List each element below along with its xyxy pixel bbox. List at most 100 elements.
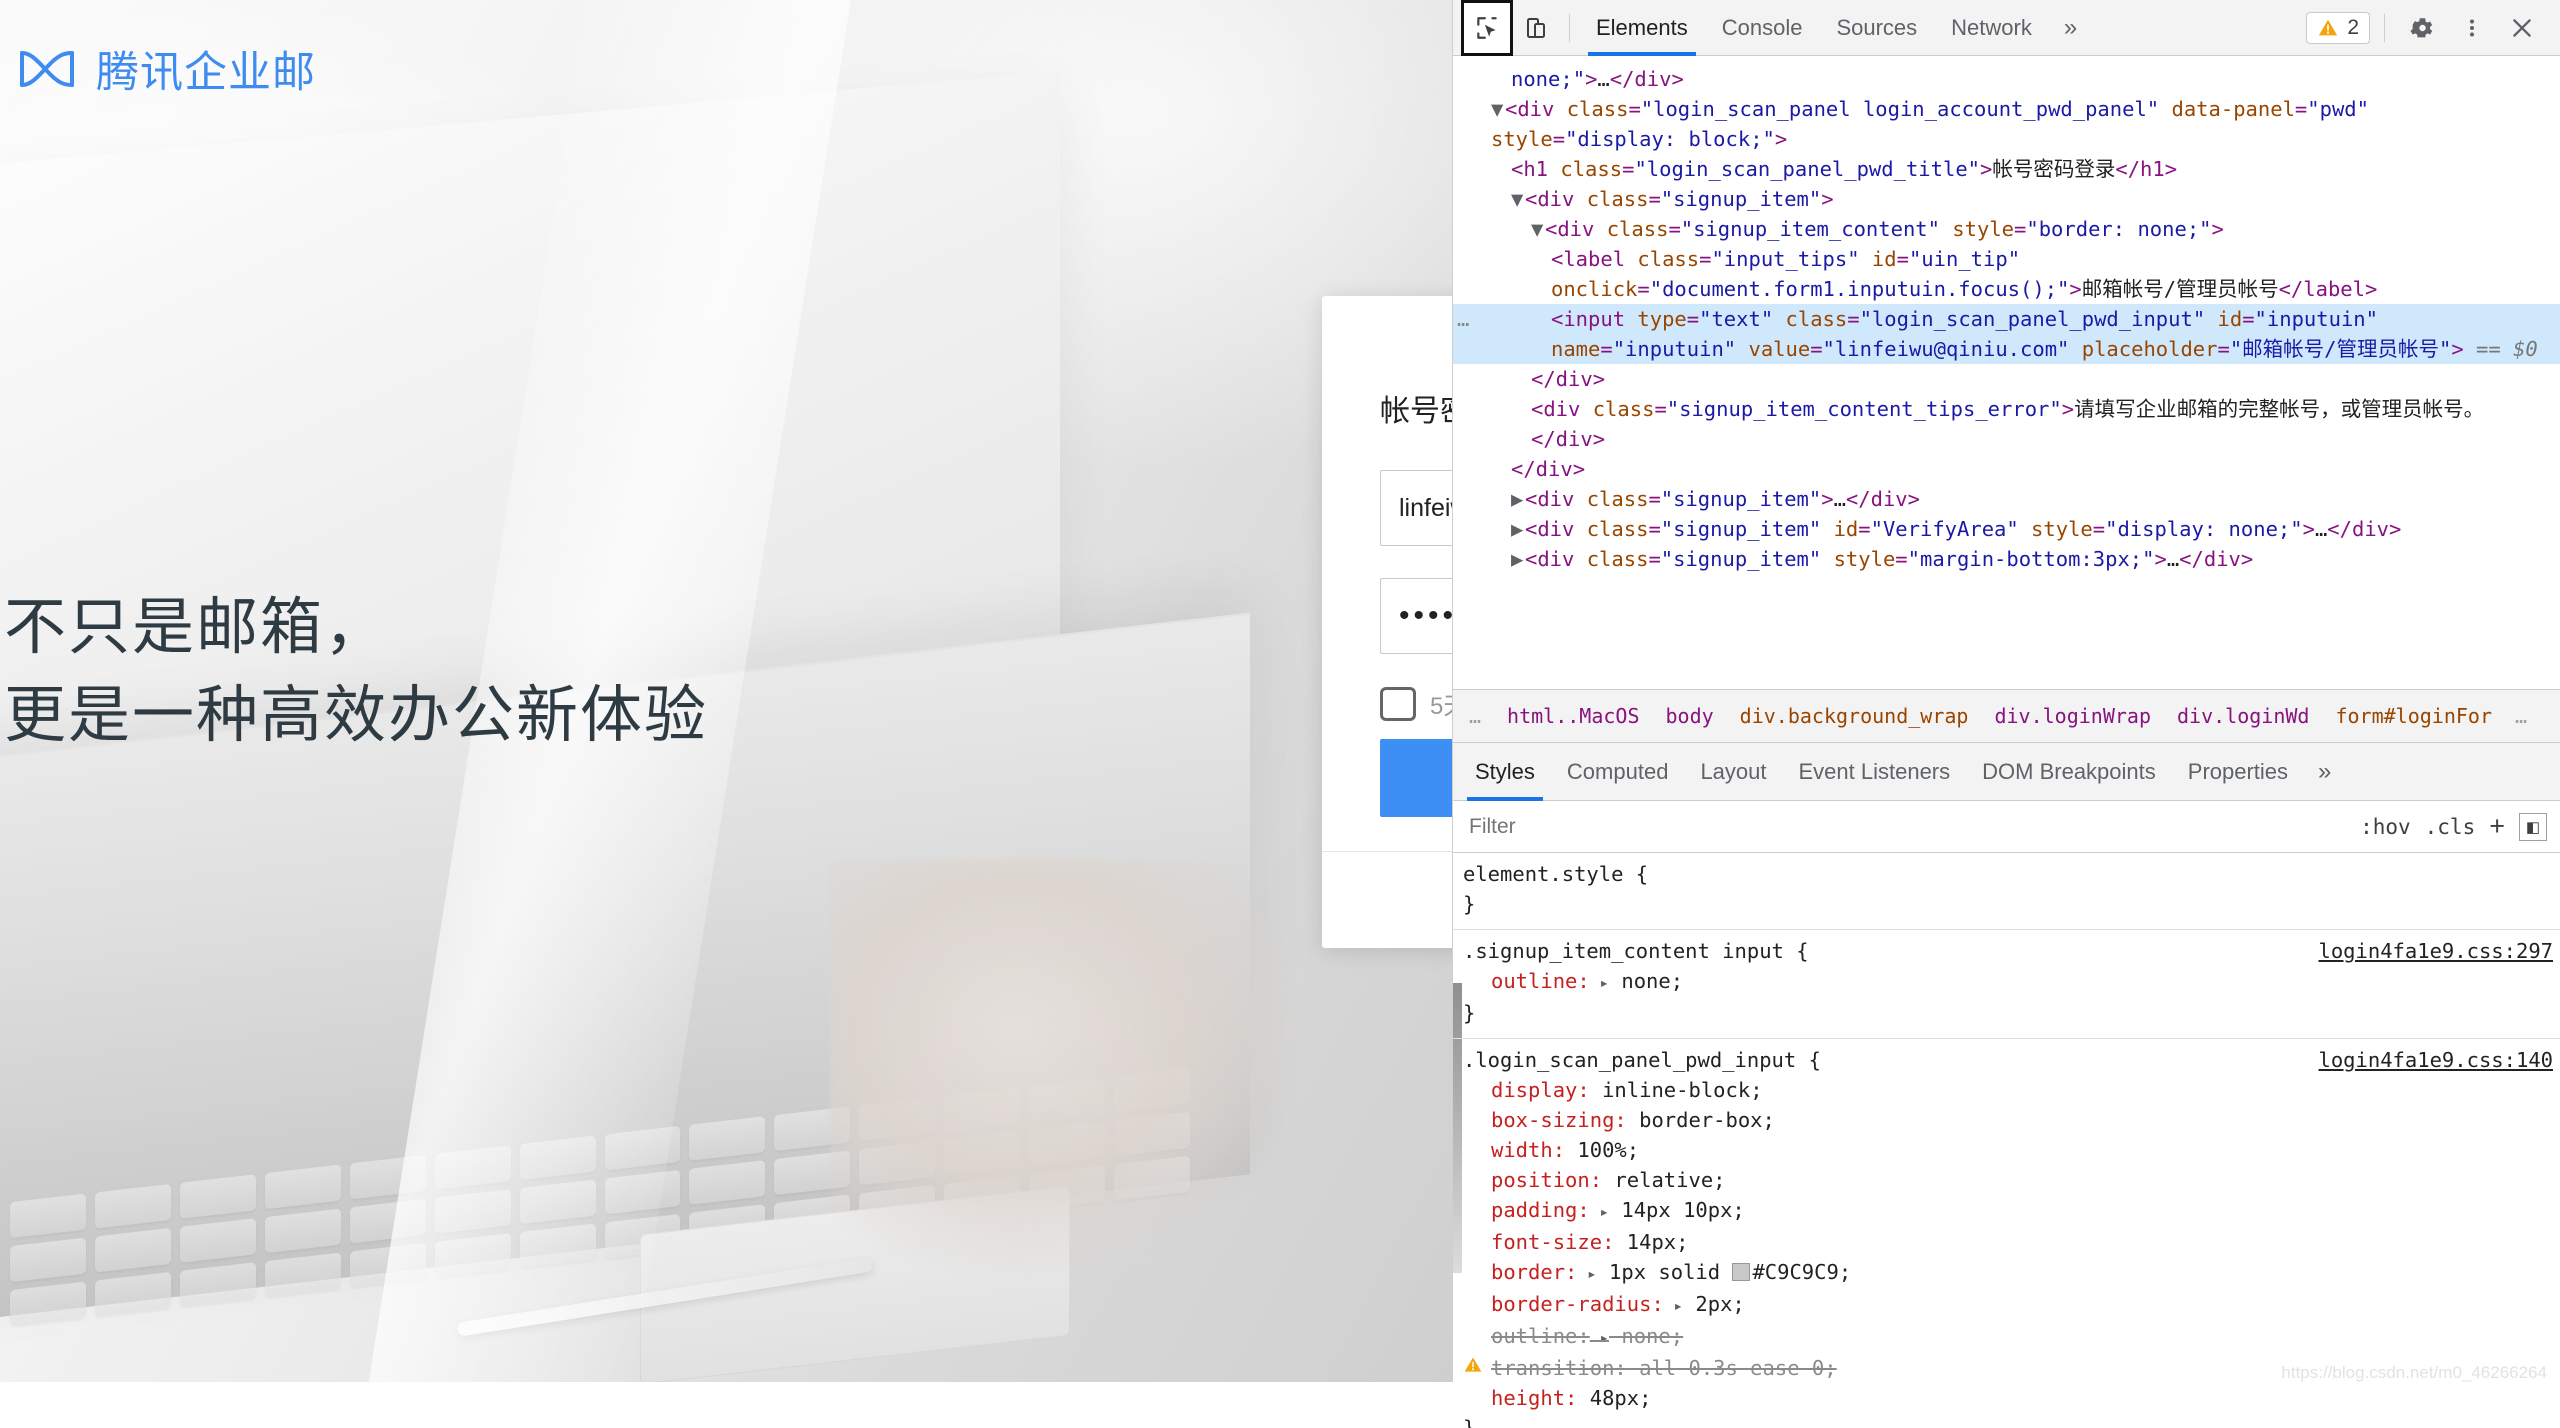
css-property-value[interactable]: 14px 10px; <box>1609 1198 1745 1222</box>
css-property-name[interactable]: display: <box>1491 1078 1590 1102</box>
css-property-value[interactable]: 48px; <box>1577 1386 1651 1410</box>
css-expand-arrow-icon[interactable]: ▸ <box>1590 1328 1609 1347</box>
css-property-name[interactable]: border-radius: <box>1491 1292 1664 1316</box>
css-selector[interactable]: element.style { <box>1453 859 2560 889</box>
breadcrumb-item-body[interactable]: body <box>1653 704 1727 728</box>
inspect-element-button[interactable] <box>1461 0 1513 56</box>
hov-toggle[interactable]: :hov <box>2360 815 2411 839</box>
site-logo[interactable]: 腾讯企业邮 <box>16 38 316 100</box>
css-property-value[interactable]: 14px; <box>1614 1230 1688 1254</box>
css-property-value[interactable]: 1px solid #C9C9C9; <box>1597 1260 1852 1284</box>
tab-network[interactable]: Network <box>1935 0 2048 56</box>
tab-dom-breakpoints[interactable]: DOM Breakpoints <box>1966 743 2172 801</box>
css-declaration[interactable]: border-radius: ▸ 2px; <box>1453 1289 2560 1321</box>
css-property-name[interactable]: box-sizing: <box>1491 1108 1627 1132</box>
css-declaration[interactable]: outline: ▸ none; <box>1453 1321 2560 1353</box>
css-declaration[interactable]: display: inline-block; <box>1453 1075 2560 1105</box>
css-property-name[interactable]: transition: <box>1491 1356 1627 1380</box>
breadcrumb[interactable]: … html..MacOS body div.background_wrap d… <box>1453 689 2560 743</box>
css-property-name[interactable]: position: <box>1491 1168 1602 1192</box>
css-property-value[interactable]: relative; <box>1602 1168 1725 1192</box>
css-property-name[interactable]: font-size: <box>1491 1230 1614 1254</box>
dom-expand-toggle-icon[interactable]: ▶ <box>1511 484 1525 514</box>
dom-node-line[interactable]: </div> <box>1453 454 2560 484</box>
toggle-device-toolbar-button[interactable] <box>1513 8 1559 48</box>
dom-node-line[interactable]: <div class="signup_item_content_tips_err… <box>1453 394 2560 454</box>
css-property-name[interactable]: border: <box>1491 1260 1577 1284</box>
cls-toggle[interactable]: .cls <box>2425 815 2476 839</box>
dom-expand-toggle-icon[interactable]: ▶ <box>1511 544 1525 574</box>
css-source-link[interactable]: login4fa1e9.css:140 <box>2319 1045 2554 1075</box>
warning-count-badge[interactable]: 2 <box>2306 12 2370 44</box>
css-declaration[interactable]: border: ▸ 1px solid #C9C9C9; <box>1453 1257 2560 1289</box>
breadcrumb-item-loginform[interactable]: form#loginFor <box>2322 704 2505 728</box>
dom-expand-toggle-icon[interactable]: ▶ <box>1511 514 1525 544</box>
dom-node-line[interactable]: <label class="input_tips" id="uin_tip" o… <box>1453 244 2560 304</box>
more-tabs-button[interactable]: » <box>2050 14 2091 42</box>
dom-node-line[interactable]: ▶<div class="signup_item" style="margin-… <box>1453 544 2560 574</box>
styles-filter-input[interactable] <box>1467 814 2346 840</box>
dom-tree[interactable]: none;">…</div>▼<div class="login_scan_pa… <box>1453 56 2560 689</box>
css-property-name[interactable]: outline: <box>1491 1324 1590 1348</box>
more-options-button[interactable] <box>2449 8 2495 48</box>
css-declaration[interactable]: box-sizing: border-box; <box>1453 1105 2560 1135</box>
dom-expand-toggle-icon[interactable]: ▼ <box>1511 184 1525 214</box>
css-property-value[interactable]: border-box; <box>1627 1108 1775 1132</box>
dom-expand-toggle-icon[interactable]: ▼ <box>1491 94 1505 124</box>
css-property-name[interactable]: height: <box>1491 1386 1577 1410</box>
css-declaration[interactable]: padding: ▸ 14px 10px; <box>1453 1195 2560 1227</box>
tab-console[interactable]: Console <box>1706 0 1819 56</box>
tab-computed[interactable]: Computed <box>1551 743 1685 801</box>
css-declaration[interactable]: width: 100%; <box>1453 1135 2560 1165</box>
css-property-name[interactable]: width: <box>1491 1138 1565 1162</box>
dom-node-line[interactable]: none;">…</div> <box>1453 64 2560 94</box>
breadcrumb-leading-dots[interactable]: … <box>1459 704 1494 728</box>
breadcrumb-item-loginwd[interactable]: div.loginWd <box>2164 704 2322 728</box>
qr-login-link[interactable]: 扫码登录 <box>1322 851 1452 948</box>
dom-node-line[interactable]: ▶<div class="signup_item">…</div> <box>1453 484 2560 514</box>
css-expand-arrow-icon[interactable]: ▸ <box>1664 1296 1683 1315</box>
dom-node-line[interactable]: ▼<div class="signup_item"> <box>1453 184 2560 214</box>
more-style-tabs-button[interactable]: » <box>2304 758 2345 786</box>
css-source-link[interactable]: login4fa1e9.css:297 <box>2319 936 2554 966</box>
css-property-value[interactable]: 100%; <box>1565 1138 1639 1162</box>
dom-node-line[interactable]: …<input type="text" class="login_scan_pa… <box>1453 304 2560 364</box>
css-property-value[interactable]: none; <box>1609 969 1683 993</box>
breadcrumb-trailing-dots[interactable]: … <box>2505 704 2540 728</box>
dom-node-line[interactable]: </div> <box>1453 364 2560 394</box>
dom-node-line[interactable]: ▼<div class="signup_item_content" style=… <box>1453 214 2560 244</box>
dom-node-line[interactable]: ▶<div class="signup_item" id="VerifyArea… <box>1453 514 2560 544</box>
breadcrumb-item-loginwrap[interactable]: div.loginWrap <box>1981 704 2164 728</box>
css-property-value[interactable]: none; <box>1609 1324 1683 1348</box>
breadcrumb-item-background-wrap[interactable]: div.background_wrap <box>1727 704 1982 728</box>
css-declaration[interactable]: font-size: 14px; <box>1453 1227 2560 1257</box>
tab-event-listeners[interactable]: Event Listeners <box>1783 743 1967 801</box>
css-property-name[interactable]: padding: <box>1491 1198 1590 1222</box>
css-declaration[interactable]: position: relative; <box>1453 1165 2560 1195</box>
css-rule[interactable]: .signup_item_content input {login4fa1e9.… <box>1453 930 2560 1039</box>
css-property-value[interactable]: 2px; <box>1683 1292 1745 1316</box>
new-style-rule-button[interactable]: + <box>2489 813 2505 840</box>
tab-properties[interactable]: Properties <box>2172 743 2304 801</box>
settings-button[interactable] <box>2399 8 2445 48</box>
password-input[interactable]: •••••••• <box>1380 578 1452 654</box>
css-expand-arrow-icon[interactable]: ▸ <box>1577 1264 1596 1283</box>
breadcrumb-item-html[interactable]: html..MacOS <box>1494 704 1652 728</box>
tab-elements[interactable]: Elements <box>1580 0 1704 56</box>
css-rules-pane[interactable]: element.style {}.signup_item_content inp… <box>1453 853 2560 1428</box>
login-submit-button[interactable]: 登录 <box>1380 739 1452 817</box>
css-declaration[interactable]: outline: ▸ none; <box>1453 966 2560 998</box>
remember-row[interactable]: 5天内免登录 <box>1380 686 1452 721</box>
css-property-value[interactable]: inline-block; <box>1590 1078 1763 1102</box>
toggle-sidebar-icon[interactable]: ◧ <box>2519 813 2547 841</box>
css-color-swatch[interactable] <box>1732 1263 1750 1281</box>
css-property-value[interactable]: all 0.3s ease 0; <box>1627 1356 1837 1380</box>
css-expand-arrow-icon[interactable]: ▸ <box>1590 1202 1609 1221</box>
tab-layout[interactable]: Layout <box>1684 743 1782 801</box>
tab-styles[interactable]: Styles <box>1459 743 1551 801</box>
dom-node-line[interactable]: <h1 class="login_scan_panel_pwd_title">帐… <box>1453 154 2560 184</box>
account-input[interactable]: linfeiwu@qiniu.com <box>1380 470 1452 546</box>
dom-node-line[interactable]: ▼<div class="login_scan_panel login_acco… <box>1453 94 2560 154</box>
css-rule[interactable]: element.style {} <box>1453 853 2560 930</box>
close-devtools-button[interactable] <box>2499 8 2545 48</box>
